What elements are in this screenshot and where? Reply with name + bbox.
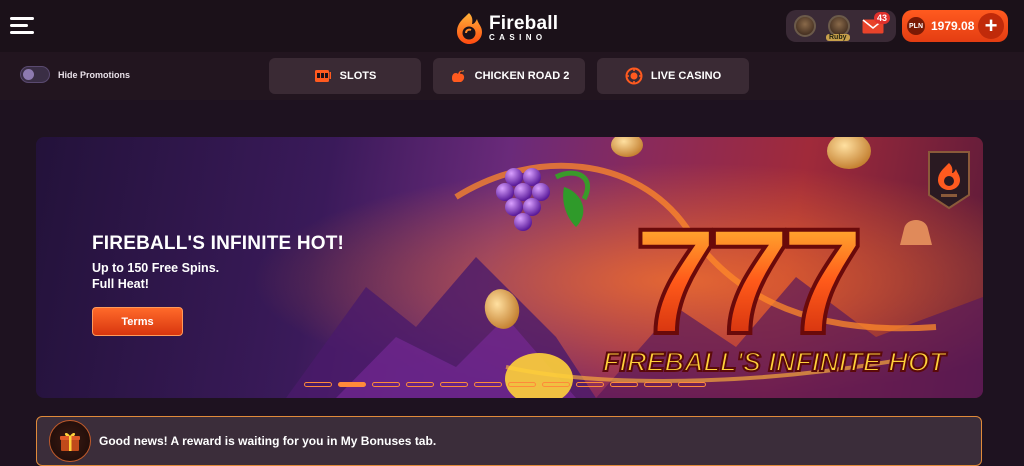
currency-badge: PLN — [907, 17, 925, 35]
nav-bar: Hide Promotions SLOTS CHICKEN ROAD 2 LIV… — [0, 52, 1024, 100]
carousel-dot[interactable] — [474, 382, 502, 387]
banner-title: FIREBALL'S INFINITE HOT! — [92, 233, 345, 254]
toggle-label: Hide Promotions — [58, 69, 131, 80]
menu-icon[interactable] — [10, 15, 36, 35]
carousel-dot[interactable] — [440, 382, 468, 387]
promo-banner[interactable]: 777 FIREBALL'S INFINITE HOT FIREBALL'S I… — [36, 137, 983, 398]
bonus-notice-text: Good news! A reward is waiting for you i… — [99, 434, 437, 448]
carousel-dot[interactable] — [372, 382, 400, 387]
carousel-dot[interactable] — [610, 382, 638, 387]
carousel-dots — [304, 382, 706, 390]
nav-chicken-road-button[interactable]: CHICKEN ROAD 2 — [433, 58, 585, 94]
level-button[interactable]: Ruby — [824, 12, 854, 41]
toggle-switch[interactable] — [20, 66, 50, 83]
logo-subtitle: CASINO — [489, 33, 547, 42]
carousel-dot[interactable] — [406, 382, 434, 387]
mail-count-badge: 43 — [873, 12, 890, 24]
level-badge: Ruby — [826, 34, 850, 41]
banner-subtitle-line2: Full Heat! — [92, 277, 149, 291]
vip-avatar-icon — [794, 15, 816, 37]
roulette-icon — [625, 67, 643, 85]
nav-slots-button[interactable]: SLOTS — [269, 58, 421, 94]
carousel-dot[interactable] — [576, 382, 604, 387]
hide-promotions-toggle[interactable]: Hide Promotions — [20, 66, 130, 83]
banner-subtitle-line1: Up to 150 Free Spins. — [92, 261, 220, 275]
nav-slots-label: SLOTS — [339, 70, 377, 82]
chicken-icon — [451, 70, 464, 82]
nav-live-casino-button[interactable]: LIVE CASINO — [597, 58, 749, 94]
balance-amount: 1979.08 — [931, 19, 975, 33]
carousel-dot[interactable] — [644, 382, 672, 387]
fireball-logo-icon — [457, 13, 482, 44]
carousel-dot[interactable] — [542, 382, 570, 387]
fireball-shield-icon — [928, 151, 970, 210]
deposit-plus-button[interactable]: + — [978, 13, 1004, 39]
mail-button[interactable]: 43 — [858, 12, 890, 40]
svg-text:777: 777 — [634, 197, 858, 365]
terms-button[interactable]: Terms — [92, 307, 183, 336]
gift-box-icon — [49, 420, 91, 462]
nav-chicken-road-label: CHICKEN ROAD 2 — [474, 70, 570, 82]
carousel-dot[interactable] — [304, 382, 332, 387]
carousel-dot[interactable] — [508, 382, 536, 387]
balance-button[interactable]: PLN 1979.08 + — [902, 10, 1008, 42]
logo-name: Fireball — [489, 13, 559, 34]
logo[interactable]: Fireball CASINO — [453, 10, 573, 46]
sevens-art: 777 — [632, 195, 870, 367]
banner-art-title: FIREBALL'S INFINITE HOT — [603, 347, 948, 377]
slot-machine-icon — [314, 70, 331, 82]
bonus-notice[interactable]: Good news! A reward is waiting for you i… — [36, 416, 982, 466]
player-status-group: Ruby 43 — [786, 10, 896, 42]
top-bar: Fireball CASINO Ruby 43 PLN 1979.08 + — [0, 0, 1024, 52]
carousel-dot[interactable] — [678, 382, 706, 387]
carousel-dot[interactable] — [338, 382, 366, 387]
vip-status-button[interactable] — [790, 12, 820, 40]
nav-live-casino-label: LIVE CASINO — [650, 70, 722, 82]
